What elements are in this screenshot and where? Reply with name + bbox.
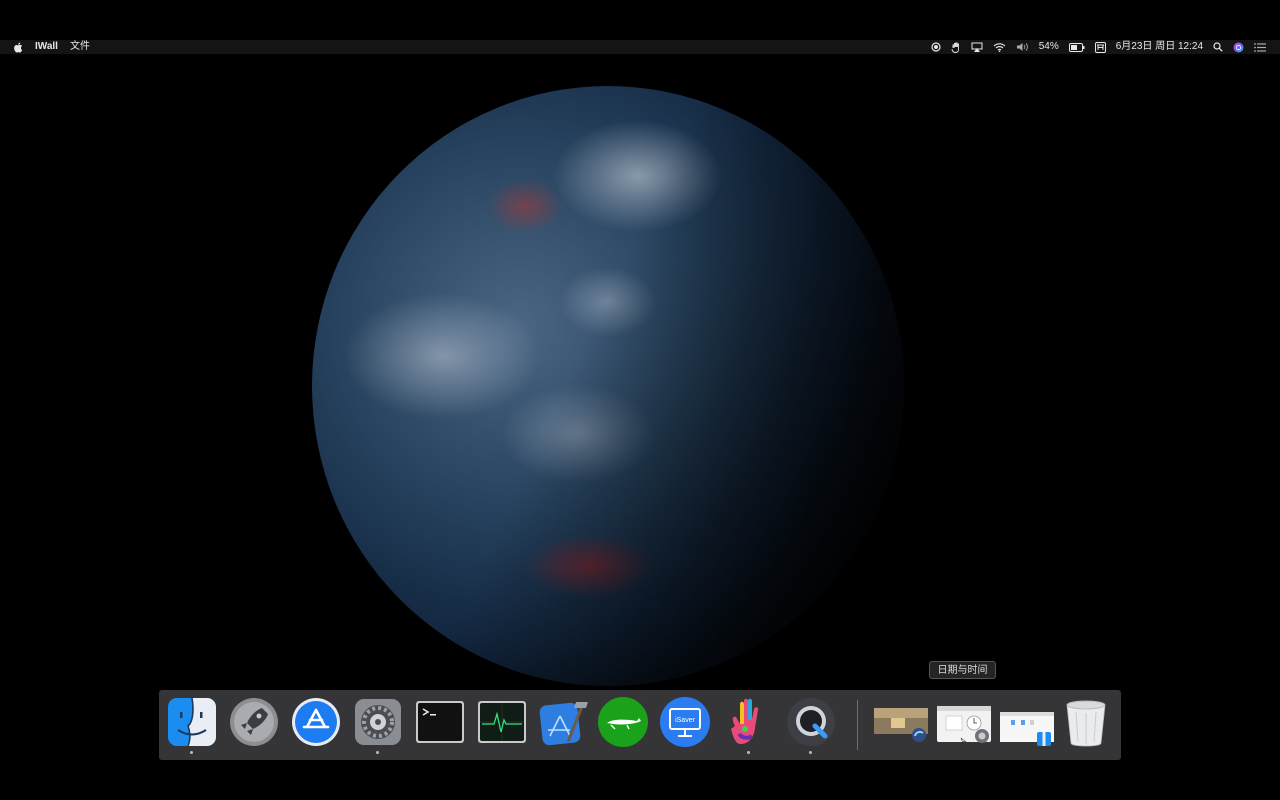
finder-running-indicator xyxy=(190,751,193,754)
menubar-clock[interactable]: 6月23日 周日 12:24 xyxy=(1116,40,1203,54)
battery-percent: 54% xyxy=(1038,41,1059,52)
minimized-date-time-prefs-window[interactable] xyxy=(934,696,994,748)
activity-monitor-icon[interactable] xyxy=(476,696,528,748)
earth-night-shadow xyxy=(312,86,904,686)
dock-divider xyxy=(857,700,858,750)
isaver-icon[interactable]: iSaver xyxy=(659,696,711,748)
system-preferences-icon[interactable] xyxy=(352,696,404,754)
minimized-iwall-window[interactable] xyxy=(871,696,931,748)
input-method-icon[interactable] xyxy=(1094,41,1106,53)
file-menu[interactable]: 文件 xyxy=(70,40,90,54)
trash-icon[interactable] xyxy=(1060,696,1112,748)
handprint-app-icon[interactable] xyxy=(723,696,775,754)
siri-icon[interactable] xyxy=(1233,42,1244,53)
system-preferences-running-indicator xyxy=(376,751,379,754)
quicktime-running-indicator xyxy=(809,751,812,754)
handprint-app-running-indicator xyxy=(747,751,750,754)
app-store-icon[interactable] xyxy=(290,696,342,748)
finder-icon[interactable] xyxy=(166,696,218,754)
notification-center-icon[interactable] xyxy=(1254,42,1266,52)
dock-tooltip: 日期与时间 xyxy=(929,661,996,679)
airplay-icon[interactable] xyxy=(971,42,983,52)
apple-menu-icon[interactable] xyxy=(13,42,23,53)
spotlight-search-icon[interactable] xyxy=(1213,42,1223,52)
volume-icon[interactable] xyxy=(1016,42,1029,52)
wifi-icon[interactable] xyxy=(993,42,1006,52)
battery-icon[interactable] xyxy=(1068,42,1085,52)
green-app-icon[interactable] xyxy=(597,696,649,748)
hand-icon[interactable] xyxy=(951,42,961,53)
dock: iSaver xyxy=(159,690,1121,760)
app-name-menu[interactable]: IWall xyxy=(35,40,58,54)
quicktime-player-icon[interactable] xyxy=(785,696,837,754)
terminal-icon[interactable] xyxy=(414,696,466,748)
isaver-label: iSaver xyxy=(675,717,696,724)
xcode-icon[interactable] xyxy=(538,696,590,748)
record-icon[interactable] xyxy=(931,42,941,52)
launchpad-icon[interactable] xyxy=(228,696,280,748)
minimized-finder-window[interactable] xyxy=(997,696,1057,748)
menu-bar: IWall 文件 54% 6月23日 周日 12:24 xyxy=(0,40,1280,54)
